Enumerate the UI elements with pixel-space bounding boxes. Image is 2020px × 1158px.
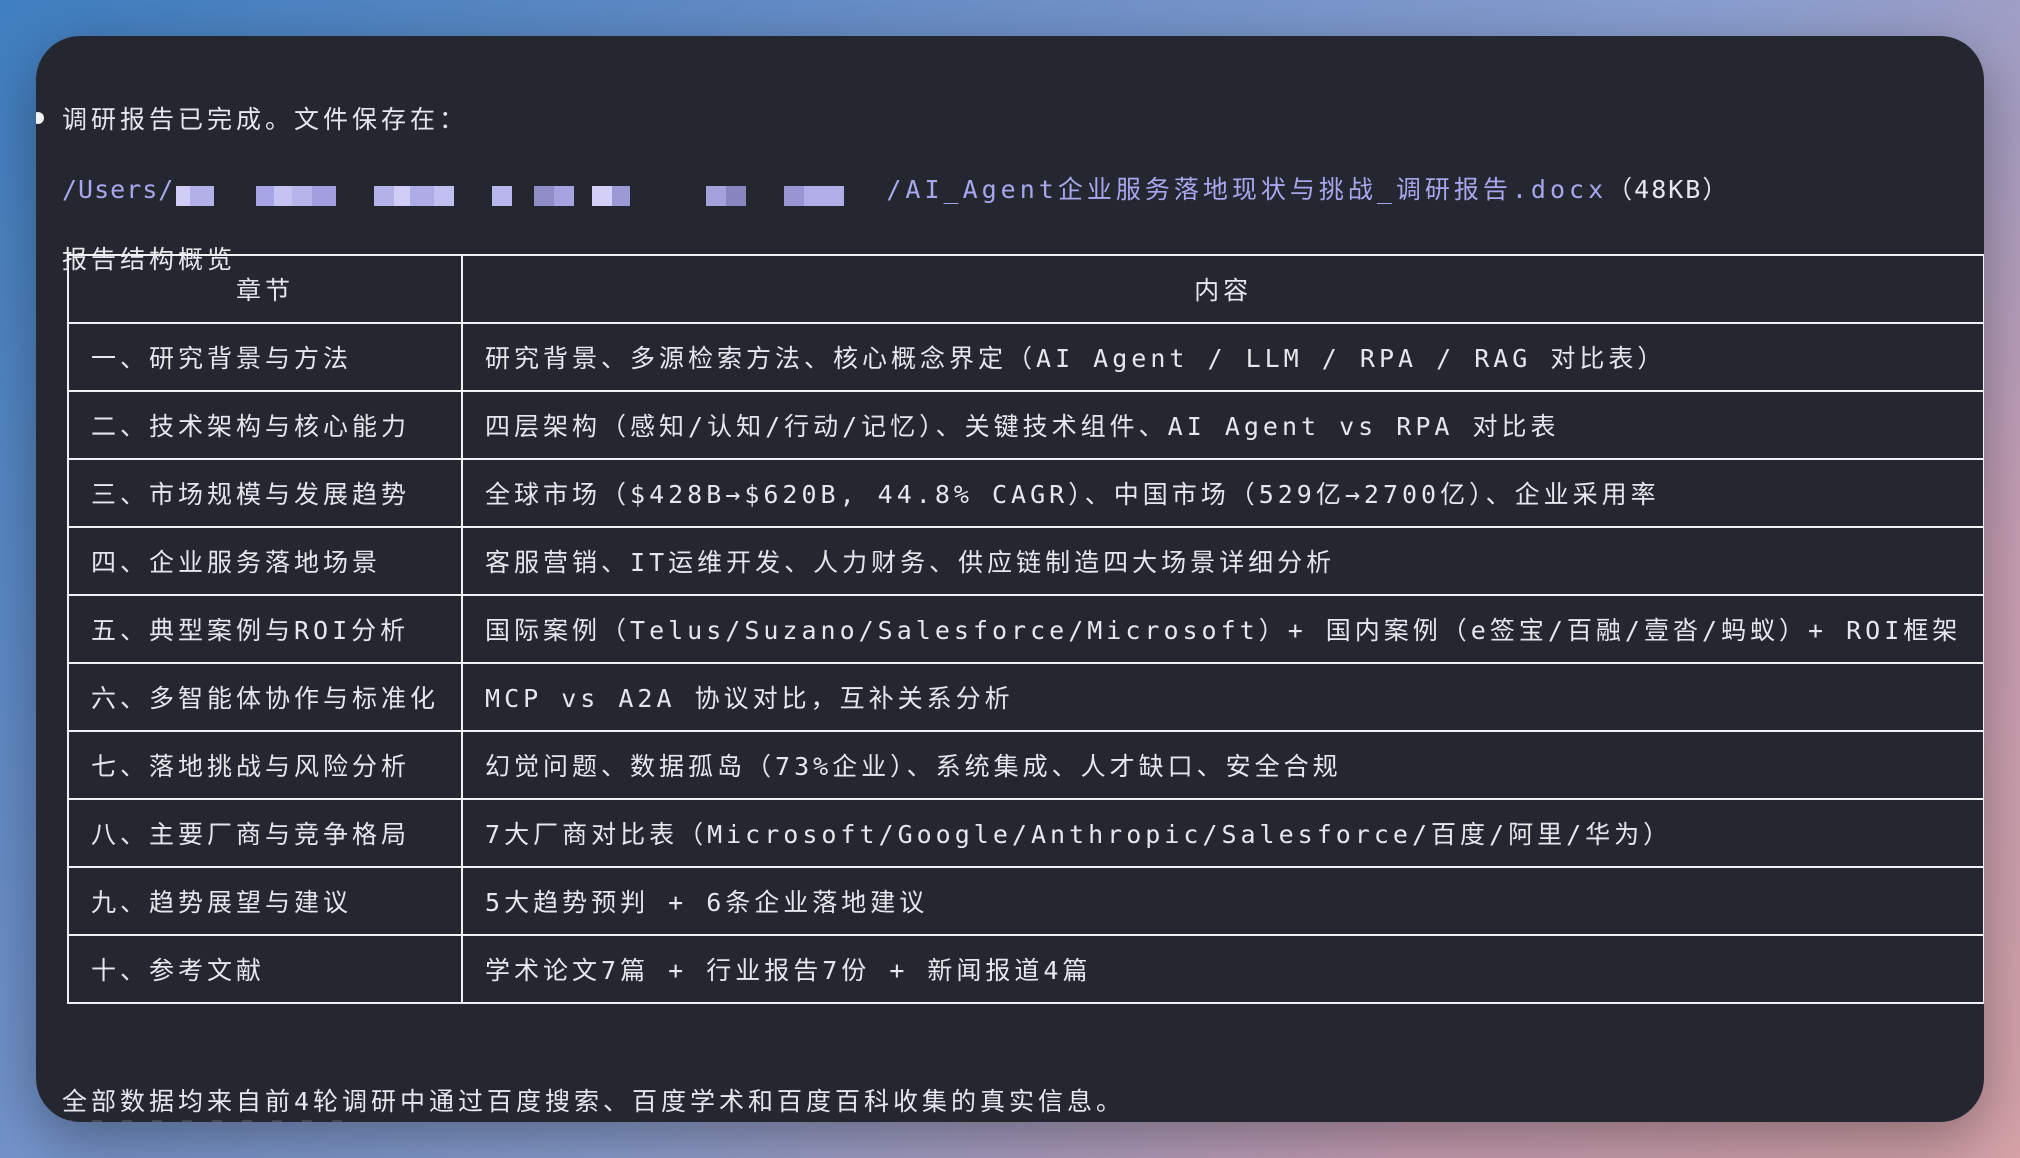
content-cell: 客服营销、IT运维开发、人力财务、供应链制造四大场景详细分析 <box>461 526 1984 596</box>
footer-note: 全部数据均来自前4轮调研中通过百度搜索、百度学术和百度百科收集的真实信息。 <box>62 1087 1126 1116</box>
terminal-window: 调研报告已完成。文件保存在： /Users/ /AI_Agent企业服务落地现状… <box>36 36 1984 1122</box>
content-cell: 全球市场（$428B→$620B, 44.8% CAGR）、中国市场（529亿→… <box>461 458 1984 528</box>
chapter-cell: 三、市场规模与发展趋势 <box>66 458 464 528</box>
table-row: 三、市场规模与发展趋势 全球市场（$428B→$620B, 44.8% CAGR）… <box>66 458 1984 528</box>
file-size: （48KB） <box>1607 175 1730 204</box>
chapter-cell: 六、多智能体协作与标准化 <box>66 662 464 732</box>
report-structure-table: 章节 内容 一、研究背景与方法 研究背景、多源检索方法、核心概念界定（AI Age… <box>66 254 1984 1004</box>
file-path-prefix[interactable]: /Users/ <box>62 175 174 204</box>
redacted-path-segment <box>706 180 747 206</box>
chapter-cell: 四、企业服务落地场景 <box>66 526 464 596</box>
table-row: 一、研究背景与方法 研究背景、多源检索方法、核心概念界定（AI Agent / L… <box>66 322 1984 392</box>
header-content: 内容 <box>461 254 1984 324</box>
redacted-path-segment <box>534 180 575 206</box>
redacted-path-segment <box>374 180 455 206</box>
table-row: 九、趋势展望与建议 5大趋势预判 + 6条企业落地建议 <box>66 866 1984 936</box>
redacted-path-segment <box>784 180 845 206</box>
table-header-row: 章节 内容 <box>66 254 1984 324</box>
file-path-line: /Users/ /AI_Agent企业服务落地现状与挑战_调研报告.docx（4… <box>62 170 1729 206</box>
message-bullet-icon <box>36 112 44 124</box>
table-row: 五、典型案例与ROI分析 国际案例（Telus/Suzano/Salesforce… <box>66 594 1984 664</box>
redacted-username <box>176 180 215 206</box>
content-cell: 5大趋势预判 + 6条企业落地建议 <box>461 866 1984 936</box>
table-row: 四、企业服务落地场景 客服营销、IT运维开发、人力财务、供应链制造四大场景详细分析 <box>66 526 1984 596</box>
chapter-cell: 九、趋势展望与建议 <box>66 866 464 936</box>
content-cell: 四层架构（感知/认知/行动/记忆）、关键技术组件、AI Agent vs RPA… <box>461 390 1984 460</box>
chapter-cell: 一、研究背景与方法 <box>66 322 464 392</box>
redacted-path-segment <box>592 180 631 206</box>
content-cell: 学术论文7篇 + 行业报告7份 + 新闻报道4篇 <box>461 934 1984 1004</box>
content-cell: MCP vs A2A 协议对比，互补关系分析 <box>461 662 1984 732</box>
chapter-cell: 二、技术架构与核心能力 <box>66 390 464 460</box>
table-row: 六、多智能体协作与标准化 MCP vs A2A 协议对比，互补关系分析 <box>66 662 1984 732</box>
content-cell: 幻觉问题、数据孤岛（73%企业）、系统集成、人才缺口、安全合规 <box>461 730 1984 800</box>
header-chapter: 章节 <box>66 254 464 324</box>
redacted-path-segment <box>256 180 337 206</box>
clipped-next-line <box>62 1120 362 1122</box>
chapter-cell: 七、落地挑战与风险分析 <box>66 730 464 800</box>
chapter-cell: 五、典型案例与ROI分析 <box>66 594 464 664</box>
content-cell: 7大厂商对比表（Microsoft/Google/Anthropic/Sales… <box>461 798 1984 868</box>
chapter-cell: 十、参考文献 <box>66 934 464 1004</box>
redacted-path-segment <box>492 180 513 206</box>
table-row: 十、参考文献 学术论文7篇 + 行业报告7份 + 新闻报道4篇 <box>66 934 1984 1004</box>
table-row: 七、落地挑战与风险分析 幻觉问题、数据孤岛（73%企业）、系统集成、人才缺口、安全… <box>66 730 1984 800</box>
table-row: 八、主要厂商与竞争格局 7大厂商对比表（Microsoft/Google/Anth… <box>66 798 1984 868</box>
chapter-cell: 八、主要厂商与竞争格局 <box>66 798 464 868</box>
file-path-suffix[interactable]: /AI_Agent企业服务落地现状与挑战_调研报告.docx <box>886 175 1607 204</box>
content-cell: 研究背景、多源检索方法、核心概念界定（AI Agent / LLM / RPA … <box>461 322 1984 392</box>
table-row: 二、技术架构与核心能力 四层架构（感知/认知/行动/记忆）、关键技术组件、AI A… <box>66 390 1984 460</box>
content-cell: 国际案例（Telus/Suzano/Salesforce/Microsoft）+… <box>461 594 1984 664</box>
status-message: 调研报告已完成。文件保存在： <box>62 105 469 134</box>
